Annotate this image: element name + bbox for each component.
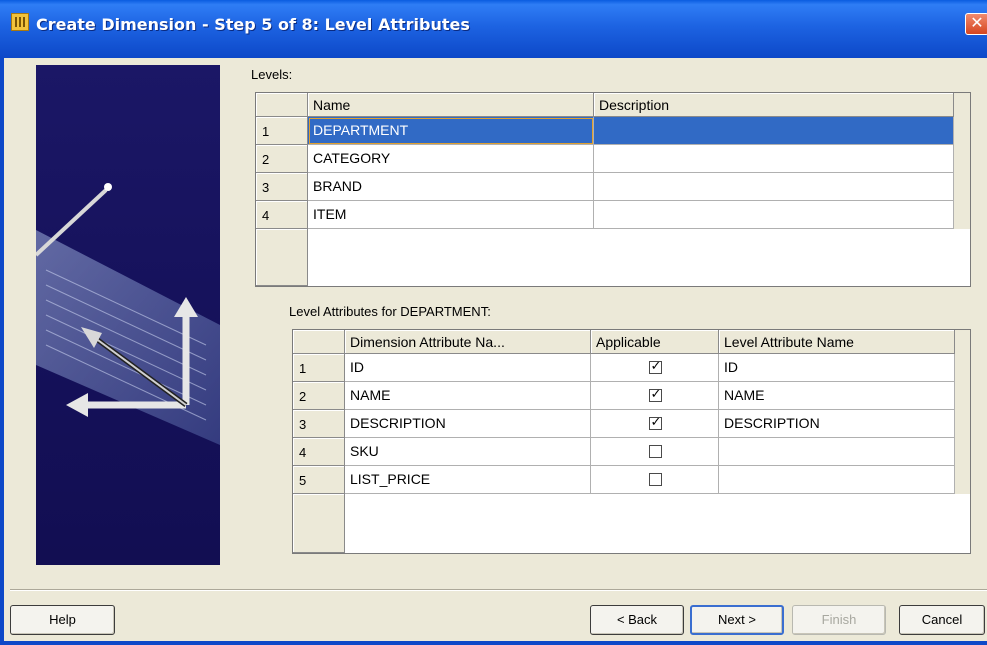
levels-cell-name[interactable]: DEPARTMENT [308,117,594,145]
levels-cell-name[interactable]: ITEM [308,201,594,229]
attributes-empty-area [345,494,970,553]
levels-cell-description[interactable] [594,173,954,201]
levels-cell-description[interactable] [594,117,954,145]
button-separator [10,589,987,591]
attributes-header-applicable[interactable]: Applicable [591,330,719,354]
levels-row-number[interactable]: 1 [256,117,308,145]
applicable-checkbox[interactable] [648,445,662,458]
title-bar: Create Dimension - Step 5 of 8: Level At… [0,0,987,58]
attributes-row-number[interactable]: 2 [293,382,345,410]
attributes-cell-dimension-attribute[interactable]: LIST_PRICE [345,466,591,494]
back-button[interactable]: < Back [590,605,684,635]
attributes-empty-row-header [293,494,345,553]
attributes-row-number[interactable]: 1 [293,354,345,382]
help-button-label: Help [49,612,76,627]
levels-row-number[interactable]: 2 [256,145,308,173]
applicable-checkbox[interactable]: ✓ [648,386,662,402]
cancel-button[interactable]: Cancel [899,605,985,635]
applicable-checkbox[interactable] [648,473,662,486]
attributes-cell-level-attribute[interactable] [719,438,955,466]
check-mark-icon: ✓ [650,386,662,401]
finish-button[interactable]: Finish [792,605,886,635]
levels-cell-description[interactable] [594,201,954,229]
attributes-row-number[interactable]: 4 [293,438,345,466]
attributes-cell-level-attribute[interactable]: ID [719,354,955,382]
check-mark-icon: ✓ [650,358,662,373]
levels-corner-header [256,93,308,117]
help-button[interactable]: Help [10,605,115,635]
attributes-cell-dimension-attribute[interactable]: NAME [345,382,591,410]
next-button[interactable]: Next > [690,605,784,635]
levels-header-name[interactable]: Name [308,93,594,117]
wizard-illustration-art [36,183,220,445]
attributes-header-level-attribute-name[interactable]: Level Attribute Name [719,330,955,354]
attributes-cell-level-attribute[interactable]: NAME [719,382,955,410]
attributes-cell-dimension-attribute[interactable]: SKU [345,438,591,466]
applicable-checkbox[interactable]: ✓ [648,358,662,374]
levels-label: Levels: [251,67,293,82]
attributes-cell-dimension-attribute[interactable]: DESCRIPTION [345,410,591,438]
check-mark-icon: ✓ [650,414,662,429]
close-button[interactable]: ✕ [965,13,987,35]
attributes-header-dimension-attribute-name[interactable]: Dimension Attribute Na... [345,330,591,354]
attributes-cell-applicable: ✓ [591,354,719,382]
window-border-bottom [0,641,987,645]
attributes-cell-applicable [591,466,719,494]
attributes-cell-applicable: ✓ [591,410,719,438]
levels-empty-row-header [256,229,308,286]
attributes-cell-applicable: ✓ [591,382,719,410]
levels-cell-description[interactable] [594,145,954,173]
levels-row-number[interactable]: 3 [256,173,308,201]
levels-table: Name Description 1 DEPARTMENT 2 CATEGORY… [255,92,971,287]
attributes-cell-level-attribute[interactable] [719,466,955,494]
levels-header-description[interactable]: Description [594,93,954,117]
attributes-row-number[interactable]: 5 [293,466,345,494]
level-attributes-table: Dimension Attribute Na... Applicable Lev… [292,329,971,554]
levels-empty-area [308,229,970,286]
attributes-cell-level-attribute[interactable]: DESCRIPTION [719,410,955,438]
window-title: Create Dimension - Step 5 of 8: Level At… [36,15,470,34]
applicable-checkbox[interactable]: ✓ [648,414,662,430]
levels-row-number[interactable]: 4 [256,201,308,229]
levels-cell-name[interactable]: BRAND [308,173,594,201]
level-attributes-label: Level Attributes for DEPARTMENT: [289,304,491,319]
attributes-cell-applicable [591,438,719,466]
levels-cell-name[interactable]: CATEGORY [308,145,594,173]
wizard-illustration [36,65,220,565]
attributes-cell-dimension-attribute[interactable]: ID [345,354,591,382]
attributes-row-number[interactable]: 3 [293,410,345,438]
window-border-left [0,58,4,645]
app-icon [11,13,29,31]
attributes-corner-header [293,330,345,354]
